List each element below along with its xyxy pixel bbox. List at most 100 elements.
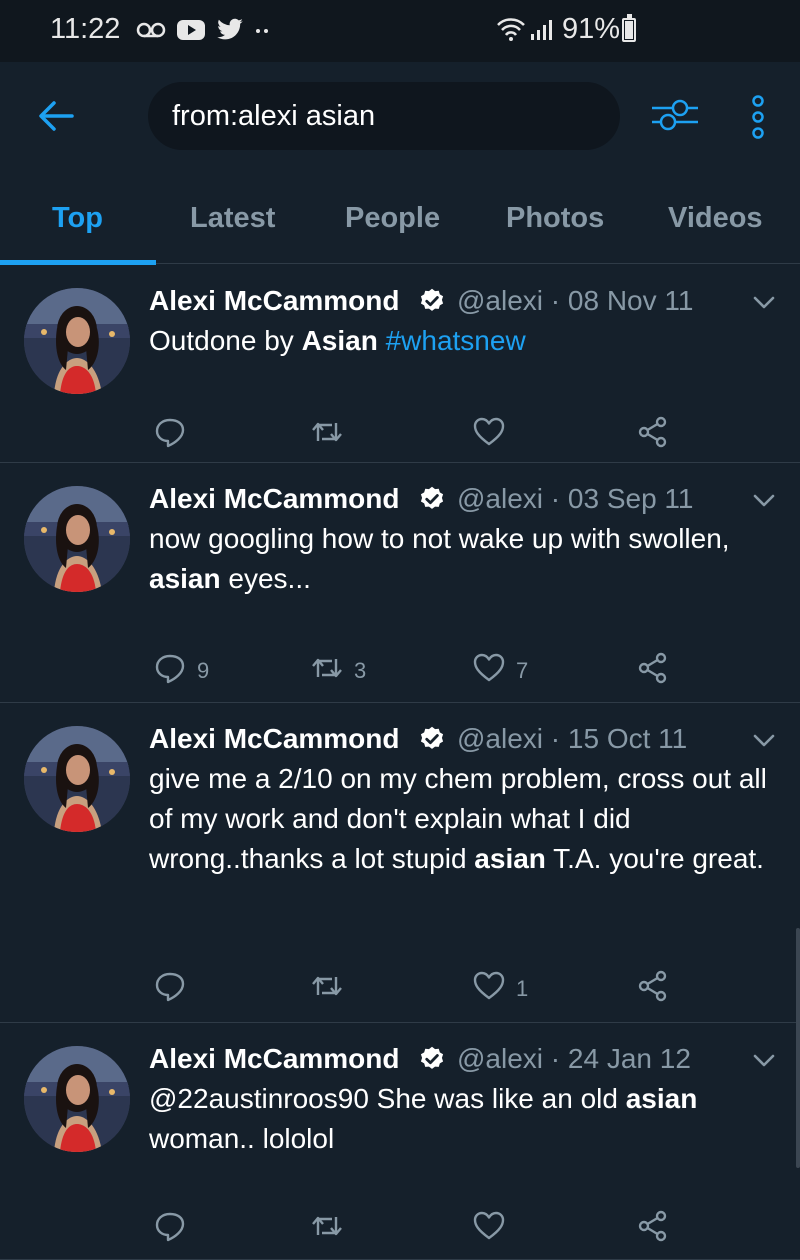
retweet-button[interactable]	[310, 1209, 354, 1249]
highlighted-term: asian	[625, 1083, 698, 1114]
retweet-icon	[310, 969, 344, 1009]
tweet-author-name[interactable]: Alexi McCammond	[149, 1043, 400, 1075]
highlighted-term: asian	[149, 563, 221, 594]
tab-photos[interactable]: Photos	[506, 202, 604, 235]
tweet-date[interactable]: · 08 Nov 11	[543, 285, 694, 316]
tweet-menu-chevron-icon[interactable]	[752, 295, 776, 311]
verified-badge-icon	[418, 1045, 446, 1073]
like-count: 1	[516, 976, 529, 1001]
youtube-icon	[177, 20, 205, 40]
status-bar: 11:22 91%	[0, 0, 800, 62]
more-dots-icon	[256, 29, 268, 33]
reply-icon	[153, 415, 187, 455]
status-time: 11:22	[50, 13, 121, 45]
tweet-author-name[interactable]: Alexi McCammond	[149, 483, 400, 515]
twitter-icon	[217, 18, 243, 40]
reply-button[interactable]	[153, 1209, 197, 1249]
tweet-text-segment: woman.. lololol	[149, 1123, 335, 1154]
retweet-count: 3	[354, 658, 367, 683]
hashtag-link[interactable]: #whatsnew	[386, 325, 526, 356]
like-button[interactable]	[472, 415, 516, 455]
tweet-text-segment	[378, 325, 386, 356]
tweet-handle[interactable]: @alexi	[457, 483, 543, 514]
avatar[interactable]	[24, 486, 130, 592]
tweet-actions: 1	[0, 969, 800, 1009]
notification-icons	[136, 18, 270, 42]
back-arrow-icon[interactable]	[36, 96, 76, 136]
retweet-icon	[310, 415, 344, 455]
reply-button[interactable]	[153, 969, 197, 1009]
tweet-handle[interactable]: @alexi	[457, 285, 543, 316]
tweet-author-name[interactable]: Alexi McCammond	[149, 285, 400, 317]
tweet-actions	[0, 1209, 800, 1249]
tweet[interactable]: Alexi McCammond @alexi · 08 Nov 11 Outdone…	[0, 265, 800, 463]
tweet-handle[interactable]: @alexi	[457, 723, 543, 754]
tweet-text-segment: T.A. you're great.	[545, 843, 764, 874]
tweet-text: now googling how to not wake up with swo…	[149, 519, 789, 599]
share-icon	[636, 1209, 670, 1249]
overflow-menu-icon[interactable]	[748, 94, 768, 140]
tweet-handle-date: @alexi · 08 Nov 11	[457, 285, 693, 317]
tweet-date[interactable]: · 24 Jan 12	[543, 1043, 691, 1074]
tweet-handle-date: @alexi · 24 Jan 12	[457, 1043, 691, 1075]
wifi-icon	[497, 18, 525, 41]
reply-button[interactable]	[153, 415, 197, 455]
tweet-text-segment: Outdone by	[149, 325, 302, 356]
share-button[interactable]	[636, 969, 670, 1009]
like-icon	[472, 415, 506, 455]
share-icon	[636, 415, 670, 455]
search-filter-icon[interactable]	[650, 95, 700, 135]
like-count: 7	[516, 658, 529, 683]
tweet-date[interactable]: · 03 Sep 11	[543, 483, 694, 514]
tweet-menu-chevron-icon[interactable]	[752, 733, 776, 749]
tweet-text: @22austinroos90 She was like an old asia…	[149, 1079, 789, 1159]
verified-badge-icon	[418, 485, 446, 513]
tweet-menu-chevron-icon[interactable]	[752, 493, 776, 509]
tweet-text-segment: @22austinroos90 She was like an old	[149, 1083, 626, 1114]
search-input[interactable]: from:alexi asian	[148, 82, 620, 150]
tab-videos[interactable]: Videos	[668, 202, 763, 235]
avatar[interactable]	[24, 726, 130, 832]
highlighted-term: Asian	[301, 325, 378, 356]
tab-latest[interactable]: Latest	[190, 202, 275, 235]
tweet-handle-date: @alexi · 03 Sep 11	[457, 483, 694, 515]
highlighted-term: asian	[474, 843, 546, 874]
tweet-actions	[0, 415, 800, 455]
reply-button[interactable]: 9	[153, 651, 209, 691]
avatar[interactable]	[24, 1046, 130, 1152]
share-button[interactable]	[636, 1209, 670, 1249]
tab-top[interactable]: Top	[52, 202, 103, 235]
retweet-icon	[310, 1209, 344, 1249]
tweet-handle[interactable]: @alexi	[457, 1043, 543, 1074]
like-icon	[472, 651, 506, 691]
reply-icon	[153, 969, 187, 1009]
tweet-author-name[interactable]: Alexi McCammond	[149, 723, 400, 755]
tweet[interactable]: Alexi McCammond @alexi · 15 Oct 11 give me…	[0, 703, 800, 1023]
tweet[interactable]: Alexi McCammond @alexi · 03 Sep 11 now goo…	[0, 463, 800, 703]
battery-icon	[622, 14, 636, 42]
like-button[interactable]: 7	[472, 651, 528, 691]
like-button[interactable]: 1	[472, 969, 528, 1009]
avatar[interactable]	[24, 288, 130, 394]
verified-badge-icon	[418, 725, 446, 753]
tweet-menu-chevron-icon[interactable]	[752, 1053, 776, 1069]
tweet-text-segment: eyes...	[220, 563, 311, 594]
signal-icon	[531, 20, 552, 40]
reply-icon	[153, 651, 187, 691]
share-button[interactable]	[636, 651, 670, 691]
battery-percent: 91%	[562, 13, 621, 45]
reply-icon	[153, 1209, 187, 1249]
share-icon	[636, 969, 670, 1009]
tweet[interactable]: Alexi McCammond @alexi · 24 Jan 12 @22aust…	[0, 1023, 800, 1260]
scrollbar[interactable]	[796, 928, 800, 1168]
tweet-date[interactable]: · 15 Oct 11	[543, 723, 687, 754]
reply-count: 9	[197, 658, 210, 683]
tab-people[interactable]: People	[345, 202, 440, 235]
voicemail-icon	[136, 22, 166, 38]
share-button[interactable]	[636, 415, 670, 455]
share-icon	[636, 651, 670, 691]
retweet-button[interactable]: 3	[310, 651, 366, 691]
retweet-button[interactable]	[310, 415, 354, 455]
like-button[interactable]	[472, 1209, 516, 1249]
retweet-button[interactable]	[310, 969, 354, 1009]
